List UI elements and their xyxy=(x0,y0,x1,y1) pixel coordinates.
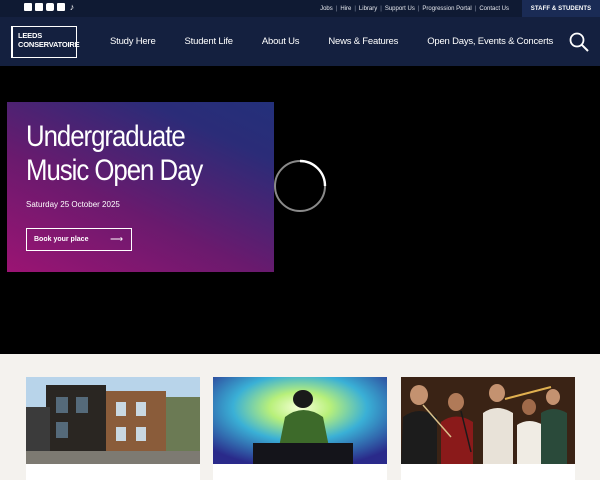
nav-items: Study Here Student Life About Us News & … xyxy=(96,17,568,66)
spinner-icon xyxy=(274,159,327,212)
logo-line-1: LEEDS xyxy=(18,31,43,40)
dj-performer-photo xyxy=(213,377,387,464)
logo-line-2: CONSERVATOIRE xyxy=(18,40,80,49)
nav-item-open-days-events-concerts[interactable]: Open Days, Events & Concerts xyxy=(427,36,553,47)
utility-bar: ♪ Jobs | Hire | Library | Support Us | Progr… xyxy=(0,0,600,17)
nav-item-study-here[interactable]: Study Here xyxy=(110,36,156,47)
instagram-icon[interactable] xyxy=(46,3,54,11)
utility-link-contact-us[interactable]: Contact Us xyxy=(476,6,512,12)
promo-date: Saturday 25 October 2025 xyxy=(26,200,120,209)
feature-cards xyxy=(0,354,600,480)
feature-card[interactable] xyxy=(213,377,387,480)
linkedin-icon[interactable] xyxy=(24,3,32,11)
open-day-promo: Undergraduate Music Open Day Saturday 25… xyxy=(7,102,274,272)
book-your-place-label: Book your place xyxy=(34,236,89,243)
feature-card[interactable] xyxy=(26,377,200,480)
facebook-icon[interactable] xyxy=(35,3,43,11)
nav-item-news-features[interactable]: News & Features xyxy=(328,36,398,47)
utility-link-library[interactable]: Library xyxy=(356,6,380,12)
book-your-place-button[interactable]: Book your place ⟶ xyxy=(26,228,132,251)
tiktok-icon[interactable]: ♪ xyxy=(68,3,76,12)
arrow-right-icon: ⟶ xyxy=(110,234,123,244)
utility-link-jobs[interactable]: Jobs xyxy=(317,6,336,12)
main-nav: LEEDS CONSERVATOIRE Study Here Student L… xyxy=(0,17,600,66)
youtube-icon[interactable] xyxy=(57,3,65,11)
utility-link-support-us[interactable]: Support Us xyxy=(382,6,418,12)
utility-link-hire[interactable]: Hire xyxy=(337,6,354,12)
feature-card[interactable] xyxy=(401,377,575,480)
nav-item-student-life[interactable]: Student Life xyxy=(185,36,234,47)
building-photo xyxy=(26,377,200,464)
nav-item-about-us[interactable]: About Us xyxy=(262,36,300,47)
promo-title: Undergraduate Music Open Day xyxy=(26,120,203,187)
social-links: ♪ xyxy=(24,3,76,12)
search-icon[interactable] xyxy=(569,32,589,52)
staff-students-button[interactable]: STAFF & STUDENTS xyxy=(522,0,600,17)
logo[interactable]: LEEDS CONSERVATOIRE xyxy=(11,26,80,58)
hero: Undergraduate Music Open Day Saturday 25… xyxy=(0,66,600,354)
woodwind-ensemble-photo xyxy=(401,377,575,464)
utility-link-progression-portal[interactable]: Progression Portal xyxy=(419,6,474,12)
utility-links: Jobs | Hire | Library | Support Us | Progres… xyxy=(317,0,512,17)
